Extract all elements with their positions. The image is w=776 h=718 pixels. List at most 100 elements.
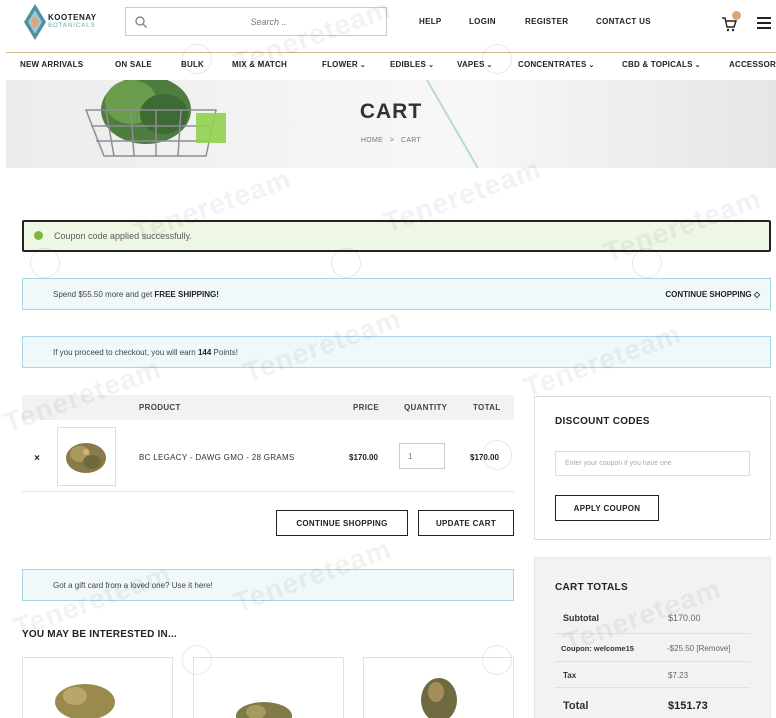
help-link[interactable]: HELP bbox=[419, 17, 442, 26]
product-image bbox=[66, 443, 106, 473]
header-price: PRICE bbox=[353, 403, 379, 412]
contact-us-link[interactable]: CONTACT US bbox=[596, 17, 651, 26]
continue-shopping-button[interactable]: CONTINUE SHOPPING bbox=[276, 510, 408, 536]
cart-item-row: × BC LEGACY - DAWG GMO - 28 GRAMS $170.0… bbox=[22, 420, 514, 492]
cart-button[interactable] bbox=[721, 11, 741, 32]
main-nav: NEW ARRIVALS ON SALE BULK MIX & MATCH FL… bbox=[0, 60, 776, 74]
hero-accent-line bbox=[426, 80, 488, 168]
header-quantity: QUANTITY bbox=[404, 403, 448, 412]
free-shipping-bold: FREE SHIPPING! bbox=[154, 290, 219, 299]
tax-row: Tax $7.23 bbox=[555, 662, 750, 688]
cart-totals-panel: CART TOTALS Subtotal $170.00 Coupon: wel… bbox=[534, 557, 771, 718]
item-price: $170.00 bbox=[349, 453, 378, 462]
watermark-badge bbox=[331, 248, 361, 278]
nav-flower[interactable]: FLOWER ⌄ bbox=[322, 60, 366, 69]
cart-totals-title: CART TOTALS bbox=[555, 582, 628, 593]
cart-count-badge bbox=[732, 11, 741, 20]
update-cart-button[interactable]: UPDATE CART bbox=[418, 510, 514, 536]
coupon-row: Coupon: welcome15 -$25.50 [Remove] bbox=[555, 634, 750, 662]
discount-title: DISCOUNT CODES bbox=[555, 416, 650, 427]
breadcrumb-current: CART bbox=[400, 137, 422, 144]
search-icon[interactable] bbox=[134, 15, 148, 29]
search-box bbox=[125, 7, 387, 36]
register-link[interactable]: REGISTER bbox=[525, 17, 568, 26]
coupon-code-input[interactable] bbox=[555, 451, 750, 476]
watermark-badge bbox=[632, 248, 662, 278]
points-text-post: Points! bbox=[211, 348, 239, 357]
total-row: Total $151.73 bbox=[555, 688, 750, 718]
search-input[interactable] bbox=[156, 13, 381, 31]
nav-on-sale[interactable]: ON SALE bbox=[115, 60, 152, 69]
chevron-down-icon: ⌄ bbox=[486, 62, 493, 69]
cart-table-header: PRODUCT PRICE QUANTITY TOTAL bbox=[22, 395, 514, 420]
page-hero-banner: CART HOME > CART bbox=[6, 80, 776, 168]
gift-card-notice[interactable]: Got a gift card from a loved one? Use it… bbox=[22, 569, 514, 601]
success-message: Coupon code applied successfully. bbox=[54, 231, 192, 241]
points-value: 144 bbox=[197, 348, 212, 357]
nav-edibles[interactable]: EDIBLES ⌄ bbox=[390, 60, 434, 69]
related-products-title: YOU MAY BE INTERESTED IN... bbox=[22, 629, 177, 640]
points-message: If you proceed to checkout, you will ear… bbox=[53, 348, 238, 357]
chevron-down-icon: ⌄ bbox=[694, 62, 701, 69]
apply-coupon-button[interactable]: APPLY COUPON bbox=[555, 495, 659, 521]
breadcrumb-separator: > bbox=[389, 137, 395, 144]
nav-accessories[interactable]: ACCESSOR bbox=[729, 60, 776, 69]
nav-new-arrivals[interactable]: NEW ARRIVALS bbox=[20, 60, 83, 69]
related-product-image bbox=[236, 702, 292, 718]
page-title: CART bbox=[359, 100, 423, 123]
nav-bulk[interactable]: BULK bbox=[181, 60, 204, 69]
breadcrumb-home-link[interactable]: HOME bbox=[361, 137, 383, 144]
related-product-image bbox=[55, 684, 115, 718]
free-shipping-message: Spend $55.50 more and get FREE SHIPPING! bbox=[53, 290, 219, 299]
breadcrumb: HOME > CART bbox=[6, 137, 776, 144]
brand-subtitle: BOTANICALS bbox=[48, 23, 96, 29]
nav-vapes[interactable]: VAPES ⌄ bbox=[457, 60, 493, 69]
brand-logo[interactable]: KOOTENAY BOTANICALS bbox=[20, 2, 110, 46]
item-total: $170.00 bbox=[470, 453, 499, 462]
quantity-input[interactable] bbox=[399, 443, 445, 469]
hamburger-menu-icon[interactable] bbox=[757, 17, 771, 29]
gift-card-message: Got a gift card from a loved one? Use it… bbox=[53, 581, 213, 590]
total-value: $151.73 bbox=[668, 700, 708, 712]
related-product-card[interactable] bbox=[363, 657, 514, 718]
tax-value: $7.23 bbox=[668, 671, 689, 680]
remove-item-icon[interactable]: × bbox=[32, 453, 42, 464]
coupon-discount-value[interactable]: -$25.50 [Remove] bbox=[667, 644, 731, 653]
logo-diamond-icon bbox=[24, 4, 46, 40]
subtotal-row: Subtotal $170.00 bbox=[555, 604, 750, 634]
total-label: Total bbox=[563, 700, 589, 712]
shopping-cart-illustration bbox=[84, 80, 226, 157]
watermark-badge bbox=[30, 248, 60, 278]
discount-codes-panel: DISCOUNT CODES APPLY COUPON bbox=[534, 396, 771, 540]
brand-name: KOOTENAY bbox=[48, 13, 97, 22]
nav-cbd-topicals[interactable]: CBD & TOPICALS ⌄ bbox=[622, 60, 701, 69]
related-product-card[interactable] bbox=[193, 657, 344, 718]
nav-cbd-label: CBD & TOPICALS bbox=[622, 60, 693, 69]
product-thumbnail[interactable] bbox=[57, 427, 116, 486]
nav-flower-label: FLOWER bbox=[322, 60, 358, 69]
continue-shopping-label: CONTINUE SHOPPING bbox=[665, 290, 752, 299]
product-name-link[interactable]: BC LEGACY - DAWG GMO - 28 GRAMS bbox=[139, 453, 295, 462]
nav-concentrates-label: CONCENTRATES bbox=[518, 60, 587, 69]
coupon-label: Coupon: welcome15 bbox=[561, 644, 634, 653]
nav-concentrates[interactable]: CONCENTRATES ⌄ bbox=[518, 60, 595, 69]
continue-shopping-link[interactable]: CONTINUE SHOPPING ◇ bbox=[665, 290, 760, 299]
free-shipping-text: Spend $55.50 more and get bbox=[53, 290, 155, 299]
chevron-down-icon: ⌄ bbox=[359, 62, 366, 69]
nav-vapes-label: VAPES bbox=[457, 60, 485, 69]
site-header: KOOTENAY BOTANICALS HELP LOGIN REGISTER … bbox=[0, 0, 776, 52]
points-text-pre: If you proceed to checkout, you will ear… bbox=[53, 348, 198, 357]
chevron-down-icon: ⌄ bbox=[428, 62, 435, 69]
nav-edibles-label: EDIBLES bbox=[390, 60, 427, 69]
related-product-card[interactable] bbox=[22, 657, 173, 718]
coupon-success-notice: Coupon code applied successfully. bbox=[22, 220, 771, 252]
subtotal-label: Subtotal bbox=[563, 613, 599, 623]
subtotal-value: $170.00 bbox=[668, 613, 701, 623]
points-notice: If you proceed to checkout, you will ear… bbox=[22, 336, 771, 368]
related-product-image bbox=[421, 678, 457, 718]
free-shipping-notice: Spend $55.50 more and get FREE SHIPPING!… bbox=[22, 278, 771, 310]
header-divider bbox=[6, 52, 776, 53]
header-product: PRODUCT bbox=[139, 403, 181, 412]
nav-mix-match[interactable]: MIX & MATCH bbox=[232, 60, 287, 69]
login-link[interactable]: LOGIN bbox=[469, 17, 496, 26]
